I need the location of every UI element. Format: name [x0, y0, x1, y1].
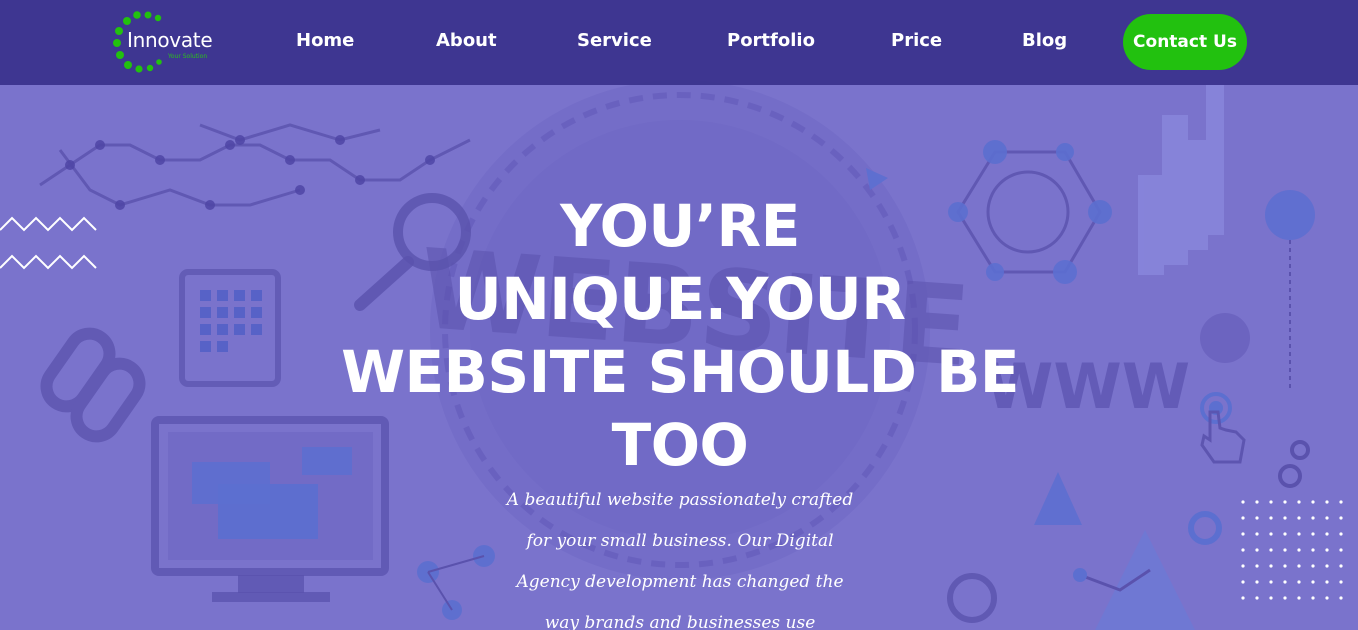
hero-subtitle: A beautiful website passionately crafted… — [500, 480, 860, 630]
nav-portfolio[interactable]: Portfolio — [727, 30, 815, 51]
hero-subtitle-line: A beautiful website passionately crafted — [506, 490, 854, 510]
nav-blog[interactable]: Blog — [1022, 30, 1067, 51]
nav-service[interactable]: Service — [577, 30, 652, 51]
nav-price[interactable]: Price — [891, 30, 942, 51]
site-header: Innovate Your Solution Home About Servic… — [0, 0, 1358, 85]
contact-us-button[interactable]: Contact Us — [1123, 14, 1247, 70]
hero-subtitle-line: for your small business. Our Digital — [526, 531, 834, 551]
hero-subtitle-line: way brands and businesses use — [544, 613, 816, 630]
nav-home[interactable]: Home — [296, 30, 354, 51]
brand-tagline: Your Solution — [168, 53, 208, 60]
nav-about[interactable]: About — [436, 30, 497, 51]
brand-name: Innovate — [127, 28, 213, 52]
hero-title-line: YOU’RE — [560, 192, 800, 260]
hero-subtitle-line: Agency development has changed the — [516, 572, 844, 592]
hero-title-line: TOO — [611, 411, 749, 479]
brand-logo[interactable]: Innovate Your Solution — [110, 10, 230, 74]
hero-title-line: UNIQUE.YOUR — [454, 265, 906, 333]
hero-title-line: WEBSITE SHOULD BE — [341, 338, 1019, 406]
hero-title: YOU’RE UNIQUE.YOUR WEBSITE SHOULD BE TOO — [340, 190, 1020, 482]
